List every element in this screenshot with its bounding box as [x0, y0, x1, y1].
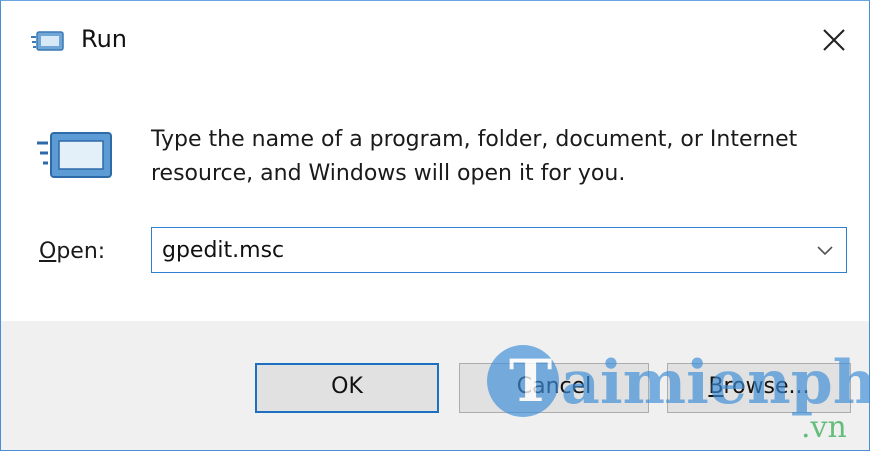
- ok-button[interactable]: OK: [255, 363, 439, 413]
- open-label-text: pen:: [56, 239, 106, 264]
- open-label-accelerator: O: [39, 239, 57, 264]
- cancel-button[interactable]: Cancel: [459, 363, 649, 413]
- title-bar: Run: [1, 1, 869, 79]
- browse-accelerator: B: [708, 374, 724, 399]
- chevron-down-icon[interactable]: [816, 242, 834, 261]
- run-program-icon: [37, 127, 115, 185]
- window-title: Run: [81, 25, 128, 53]
- run-dialog: Run Type the name of a program, folder, …: [0, 0, 870, 451]
- open-input[interactable]: [162, 234, 782, 266]
- browse-button[interactable]: Browse...: [667, 363, 851, 413]
- button-bar: OK Cancel Browse...: [1, 321, 869, 450]
- dialog-content: Type the name of a program, folder, docu…: [1, 79, 869, 321]
- dialog-description: Type the name of a program, folder, docu…: [151, 127, 798, 186]
- close-button[interactable]: [799, 1, 869, 79]
- open-combobox[interactable]: [151, 227, 847, 273]
- browse-label-text: rowse...: [723, 374, 810, 399]
- open-label: Open:: [39, 239, 105, 264]
- run-icon: [31, 29, 65, 55]
